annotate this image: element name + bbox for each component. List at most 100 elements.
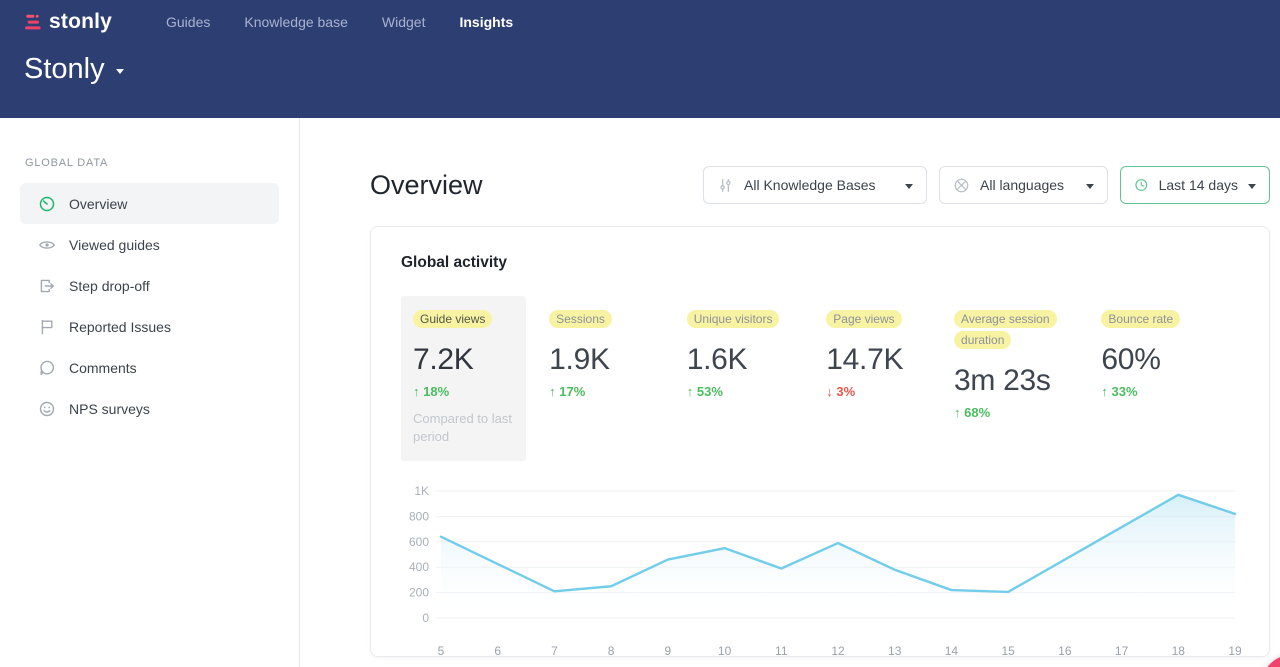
svg-text:800: 800	[409, 509, 429, 523]
svg-text:1K: 1K	[414, 484, 429, 498]
svg-text:600: 600	[409, 535, 429, 549]
metrics-row: Guide views 7.2K ↑ 18% Compared to last …	[401, 296, 1239, 461]
metric-label: Page views	[826, 310, 901, 328]
svg-text:8: 8	[608, 644, 615, 658]
trend-arrow-icon: ↑	[954, 405, 961, 420]
sidebar: GLOBAL DATA Overview Viewed guides	[0, 118, 300, 667]
date-range-dropdown[interactable]: Last 14 days	[1120, 166, 1270, 204]
svg-text:10: 10	[718, 644, 732, 658]
nav-item-guides[interactable]: Guides	[166, 14, 210, 30]
metric-delta: ↑ 53%	[687, 384, 827, 399]
global-activity-chart: 02004006008001K5678910111213141516171819	[401, 477, 1241, 663]
page-title: Overview	[370, 170, 483, 201]
globe-icon	[953, 177, 970, 194]
knowledge-base-filter-dropdown[interactable]: All Knowledge Bases	[703, 166, 927, 204]
sidebar-item-comments[interactable]: Comments	[20, 347, 279, 388]
flag-icon	[38, 318, 56, 336]
metric-label: Unique visitors	[687, 310, 780, 328]
svg-text:6: 6	[494, 644, 501, 658]
sidebar-item-label: NPS surveys	[69, 401, 150, 417]
sidebar-item-label: Comments	[69, 360, 137, 376]
main-content: Overview All Knowledge Bases	[300, 118, 1280, 667]
metric-value: 7.2K	[413, 343, 516, 377]
stonly-logo-icon	[24, 13, 43, 32]
step-exit-icon	[38, 277, 56, 295]
metric-average-session-duration[interactable]: Average session duration 3m 23s ↑ 68%	[954, 296, 1101, 420]
stonly-logo[interactable]: stonly	[24, 10, 142, 34]
svg-text:9: 9	[665, 644, 672, 658]
svg-text:17: 17	[1115, 644, 1129, 658]
workspace-title: Stonly	[24, 53, 105, 86]
nav-item-knowledge-base[interactable]: Knowledge base	[244, 14, 348, 30]
filter-label: All languages	[980, 177, 1076, 193]
metric-value: 1.9K	[549, 343, 687, 377]
metric-delta: ↑ 18%	[413, 384, 516, 399]
metric-label: Sessions	[549, 310, 612, 328]
trend-arrow-icon: ↓	[826, 384, 833, 399]
chevron-down-icon	[116, 69, 124, 74]
card-title: Global activity	[401, 254, 1239, 272]
svg-text:7: 7	[551, 644, 558, 658]
global-activity-card: Global activity Guide views 7.2K ↑ 18% C…	[370, 226, 1270, 657]
svg-text:5: 5	[438, 644, 445, 658]
language-filter-dropdown[interactable]: All languages	[939, 166, 1108, 204]
comment-icon	[38, 359, 56, 377]
trend-arrow-icon: ↑	[1101, 384, 1108, 399]
metric-delta: ↑ 68%	[954, 405, 1101, 420]
metric-page-views[interactable]: Page views 14.7K ↓ 3%	[826, 296, 954, 399]
sidebar-section-label: GLOBAL DATA	[20, 157, 279, 169]
top-nav: Guides Knowledge base Widget Insights	[166, 14, 513, 30]
sidebar-item-overview[interactable]: Overview	[20, 183, 279, 224]
chart-area: 02004006008001K5678910111213141516171819	[401, 477, 1239, 667]
metric-label: Bounce rate	[1101, 310, 1180, 328]
svg-text:13: 13	[888, 644, 902, 658]
sidebar-item-step-drop-off[interactable]: Step drop-off	[20, 265, 279, 306]
sidebar-list: Overview Viewed guides Step drop-off	[20, 183, 279, 429]
metric-value: 14.7K	[826, 343, 954, 377]
metric-bounce-rate[interactable]: Bounce rate 60% ↑ 33%	[1101, 296, 1239, 399]
sliders-icon	[717, 177, 734, 194]
metric-sessions[interactable]: Sessions 1.9K ↑ 17%	[549, 296, 687, 399]
filter-label: All Knowledge Bases	[744, 177, 895, 193]
metric-guide-views[interactable]: Guide views 7.2K ↑ 18% Compared to last …	[401, 296, 526, 461]
sidebar-item-label: Step drop-off	[69, 278, 150, 294]
smiley-icon	[38, 400, 56, 418]
svg-text:16: 16	[1058, 644, 1072, 658]
svg-text:11: 11	[775, 644, 788, 658]
metric-delta: ↓ 3%	[826, 384, 954, 399]
svg-text:400: 400	[409, 560, 429, 574]
metric-unique-visitors[interactable]: Unique visitors 1.6K ↑ 53%	[687, 296, 827, 399]
metric-value: 3m 23s	[954, 364, 1101, 398]
eye-icon	[38, 236, 56, 254]
filters: All Knowledge Bases All languages	[703, 166, 1270, 204]
svg-text:0: 0	[422, 611, 429, 625]
metric-delta: ↑ 17%	[549, 384, 687, 399]
clock-icon	[1134, 176, 1149, 194]
svg-text:200: 200	[409, 586, 429, 600]
compare-note: Compared to last period	[413, 410, 516, 445]
trend-arrow-icon: ↑	[687, 384, 694, 399]
chevron-down-icon	[905, 184, 913, 189]
trend-arrow-icon: ↑	[549, 384, 556, 399]
metric-value: 1.6K	[687, 343, 827, 377]
logo-text: stonly	[49, 10, 112, 34]
chevron-down-icon	[1248, 184, 1256, 189]
svg-text:18: 18	[1172, 644, 1186, 658]
svg-text:12: 12	[831, 644, 845, 658]
sidebar-item-viewed-guides[interactable]: Viewed guides	[20, 224, 279, 265]
sidebar-item-reported-issues[interactable]: Reported Issues	[20, 306, 279, 347]
svg-text:19: 19	[1228, 644, 1241, 658]
workspace-switcher[interactable]: Stonly	[24, 53, 1280, 86]
sidebar-item-nps-surveys[interactable]: NPS surveys	[20, 388, 279, 429]
metric-value: 60%	[1101, 343, 1239, 377]
trend-arrow-icon: ↑	[413, 384, 420, 399]
chevron-down-icon	[1086, 184, 1094, 189]
sidebar-item-label: Reported Issues	[69, 319, 171, 335]
nav-item-widget[interactable]: Widget	[382, 14, 426, 30]
svg-text:14: 14	[945, 644, 959, 658]
metric-label: Average session duration	[954, 310, 1057, 349]
top-header: stonly Guides Knowledge base Widget Insi…	[0, 0, 1280, 118]
metric-label: Guide views	[413, 310, 492, 328]
gauge-icon	[38, 195, 56, 213]
nav-item-insights[interactable]: Insights	[459, 14, 513, 30]
